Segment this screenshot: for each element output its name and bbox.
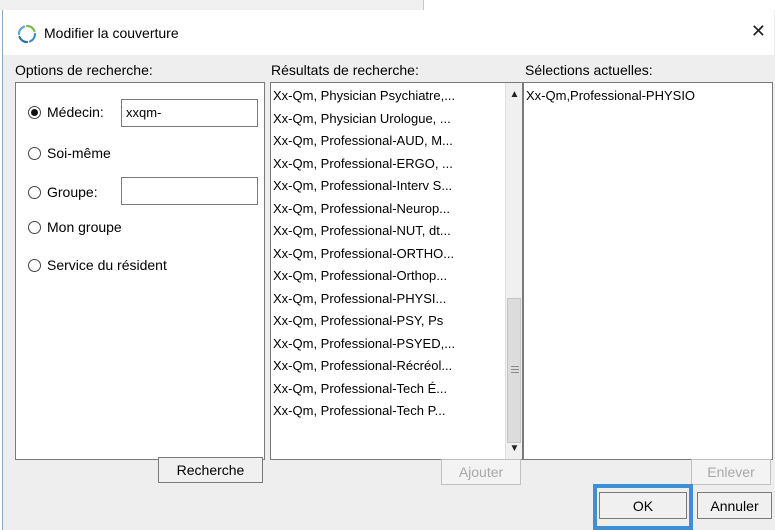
groupe-input[interactable] [121, 177, 258, 205]
scroll-down-icon[interactable]: ▼ [506, 440, 523, 457]
radio-soi-meme[interactable]: Soi-même [28, 145, 111, 161]
radio-medecin-label: Médecin: [47, 104, 104, 120]
list-item[interactable]: Xx-Qm, Professional-PSY, Ps [271, 310, 506, 333]
scroll-up-icon[interactable]: ▲ [506, 86, 523, 103]
results-scrollbar[interactable]: ▲ ▼ [505, 83, 522, 459]
list-item[interactable]: Xx-Qm, Professional-Neurop... [271, 198, 506, 221]
radio-service-circle[interactable] [28, 258, 41, 272]
list-item[interactable]: Xx-Qm, Professional-Tech É... [271, 378, 506, 401]
radio-soi-meme-label: Soi-même [47, 145, 111, 161]
radio-mon-groupe[interactable]: Mon groupe [28, 219, 122, 235]
list-item[interactable]: Xx-Qm, Physician Urologue, ... [271, 108, 506, 131]
enlever-button[interactable]: Enlever [691, 459, 771, 485]
search-results-list[interactable]: Xx-Qm, Physician Psychiatre,... Xx-Qm, Ph… [270, 82, 523, 460]
recherche-button[interactable]: Recherche [158, 457, 263, 483]
ajouter-button[interactable]: Ajouter [441, 459, 521, 485]
radio-mon-groupe-circle[interactable] [28, 220, 41, 234]
list-item[interactable]: Xx-Qm,Professional-PHYSIO [524, 85, 769, 108]
radio-groupe-label: Groupe: [47, 184, 98, 200]
annuler-button[interactable]: Annuler [697, 492, 772, 519]
modifier-couverture-dialog: Modifier la couverture ✕ Options de rech… [2, 10, 775, 530]
medecin-input[interactable]: xxqm- [121, 99, 258, 127]
scroll-thumb[interactable] [507, 298, 521, 443]
list-item[interactable]: Xx-Qm, Professional-Interv S... [271, 175, 506, 198]
search-options-label: Options de recherche: [15, 62, 153, 78]
radio-soi-meme-circle[interactable] [28, 146, 41, 160]
ok-button[interactable]: OK [599, 492, 687, 519]
list-item[interactable]: Xx-Qm, Professional-Tech P... [271, 400, 506, 423]
list-item[interactable]: Xx-Qm, Professional-PHYSI... [271, 288, 506, 311]
radio-service-label: Service du résident [47, 257, 167, 273]
background-window [0, 0, 775, 10]
list-item[interactable]: Xx-Qm, Physician Psychiatre,... [271, 85, 506, 108]
search-options-panel: Médecin: xxqm- Soi-même Groupe: Mon grou… [15, 82, 265, 460]
results-items: Xx-Qm, Physician Psychiatre,... Xx-Qm, Ph… [271, 85, 506, 423]
list-item[interactable]: Xx-Qm, Professional-NUT, dt... [271, 220, 506, 243]
list-item[interactable]: Xx-Qm, Professional-Orthop... [271, 265, 506, 288]
window-title: Modifier la couverture [44, 25, 179, 41]
search-results-label: Résultats de recherche: [271, 62, 419, 78]
radio-groupe[interactable]: Groupe: [28, 184, 98, 200]
radio-medecin[interactable]: Médecin: [28, 104, 104, 120]
list-item[interactable]: Xx-Qm, Professional-Récréol... [271, 355, 506, 378]
list-item[interactable]: Xx-Qm, Professional-ORTHO... [271, 243, 506, 266]
list-item[interactable]: Xx-Qm, Professional-AUD, M... [271, 130, 506, 153]
current-selections-label: Sélections actuelles: [525, 62, 653, 78]
app-logo-icon [17, 24, 37, 44]
current-items: Xx-Qm,Professional-PHYSIO [524, 85, 769, 108]
radio-groupe-circle[interactable] [28, 185, 41, 199]
close-icon[interactable]: ✕ [751, 21, 766, 42]
title-bar: Modifier la couverture ✕ [3, 10, 774, 55]
radio-medecin-circle[interactable] [28, 105, 41, 119]
radio-service-resident[interactable]: Service du résident [28, 257, 167, 273]
current-selections-list[interactable]: Xx-Qm,Professional-PHYSIO [523, 82, 773, 460]
list-item[interactable]: Xx-Qm, Professional-PSYED,... [271, 333, 506, 356]
radio-mon-groupe-label: Mon groupe [47, 219, 122, 235]
list-item[interactable]: Xx-Qm, Professional-ERGO, ... [271, 153, 506, 176]
